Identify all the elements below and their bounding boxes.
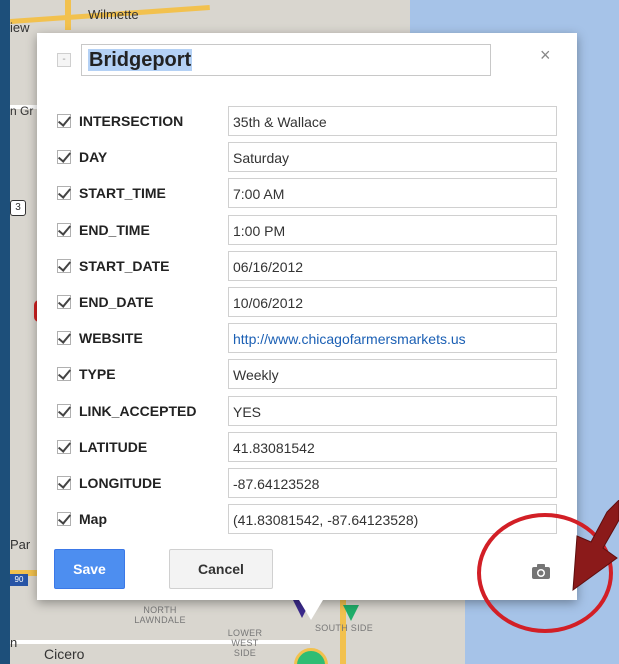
field-row: TYPE Weekly [57,359,557,390]
field-value-input[interactable]: Weekly [228,359,557,390]
map-label-south-side: SOUTH SIDE [315,623,374,633]
dialog-pointer [299,600,323,620]
field-name: START_TIME [79,185,166,202]
checkbox-checked-icon[interactable] [57,439,71,454]
field-row: Map (41.83081542, -87.64123528) [57,504,557,535]
field-name: Map [79,511,107,528]
field-row: LATITUDE 41.83081542 [57,431,557,462]
annotation-arrow [555,499,619,615]
checkbox-checked-icon[interactable] [57,476,71,490]
field-row: WEBSITE http://www.chicagofarmersmarkets.… [57,323,557,354]
map-label-lower-west-side: LOWER WEST SIDE [227,628,263,658]
map-label-north-lawndale: NORTH LAWNDALE [134,605,186,625]
title-input[interactable]: Bridgeport [81,44,491,76]
field-value-input[interactable]: 7:00 AM [228,178,557,209]
checkbox-checked-icon[interactable] [57,512,71,527]
map-label-cicero: Cicero [44,646,85,662]
map-label-partial: iew [10,20,30,35]
field-row: END_DATE 10/06/2012 [57,287,557,317]
feature-info-dialog: - Bridgeport × INTERSECTION 35th & Wallac… [37,33,577,620]
field-value-input[interactable]: Saturday [228,142,557,173]
save-button[interactable]: Save [54,549,125,589]
field-value-input[interactable]: YES [228,395,557,426]
field-name: LATITUDE [79,438,148,455]
checkbox-checked-icon[interactable] [57,295,71,309]
field-value-input[interactable]: 35th & Wallace [228,106,557,136]
checkbox-checked-icon[interactable] [57,114,71,128]
checkbox-checked-icon[interactable] [57,403,71,418]
field-row: LONGITUDE -87.64123528 [57,468,557,498]
checkbox-checked-icon[interactable] [57,331,71,346]
field-value-input[interactable]: 10/06/2012 [228,287,557,317]
checkbox-checked-icon[interactable] [57,150,71,165]
cancel-button[interactable]: Cancel [169,549,273,589]
field-name: WEBSITE [79,330,143,347]
route-shield: 3 [10,200,26,216]
field-row: LINK_ACCEPTED YES [57,395,557,426]
field-row: END_TIME 1:00 PM [57,214,557,245]
field-value-input[interactable]: 41.83081542 [228,431,557,462]
collapse-icon[interactable]: - [57,53,71,67]
field-name: TYPE [79,366,116,383]
field-name: INTERSECTION [79,113,184,129]
field-name: LINK_ACCEPTED [79,402,197,419]
checkbox-checked-icon[interactable] [57,222,71,237]
close-icon[interactable]: × [540,45,551,66]
field-row: DAY Saturday [57,142,557,173]
map-label-partial: Par [10,537,31,552]
field-name: DAY [79,149,108,166]
map-marker-green[interactable] [343,605,359,621]
checkbox-checked-icon[interactable] [57,258,71,273]
field-value-input[interactable]: 1:00 PM [228,214,557,245]
field-name: LONGITUDE [79,475,162,491]
field-value-input[interactable]: -87.64123528 [228,468,557,498]
field-row: INTERSECTION 35th & Wallace [57,106,557,136]
field-value-input[interactable]: 06/16/2012 [228,250,557,281]
map-marker-selected[interactable] [294,648,328,664]
field-value-input[interactable]: http://www.chicagofarmersmarkets.us [228,323,557,354]
field-row: START_DATE 06/16/2012 [57,250,557,281]
field-name: END_DATE [79,294,154,310]
field-name: START_DATE [79,257,170,274]
checkbox-checked-icon[interactable] [57,367,71,382]
title-text: Bridgeport [88,49,193,71]
checkbox-checked-icon[interactable] [57,186,71,201]
field-row: START_TIME 7:00 AM [57,178,557,209]
map-label-partial: n [10,635,18,650]
map-label-wilmette: Wilmette [88,7,139,22]
field-name: END_TIME [79,221,150,238]
map-label-partial: n Gr [10,104,34,118]
route-shield: 90 [10,574,28,586]
